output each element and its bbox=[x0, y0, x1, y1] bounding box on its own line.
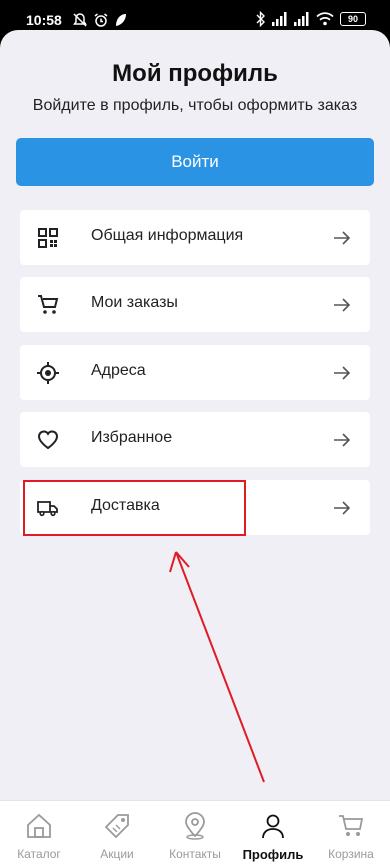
tab-promotions[interactable]: Акции bbox=[78, 801, 156, 867]
status-right-icons: 90 bbox=[256, 11, 366, 27]
tab-cart[interactable]: Корзина bbox=[312, 801, 390, 867]
battery-indicator: 90 bbox=[340, 12, 366, 26]
tab-label: Корзина bbox=[328, 847, 374, 861]
signal-icon-2 bbox=[294, 12, 309, 26]
arrow-right-icon bbox=[334, 501, 351, 515]
menu-item-favorites[interactable]: Избранное bbox=[20, 412, 370, 467]
status-left-icons bbox=[72, 12, 128, 28]
tab-label: Акции bbox=[100, 847, 134, 861]
signal-icon bbox=[272, 12, 287, 26]
menu-item-my-orders[interactable]: Мои заказы bbox=[20, 277, 370, 332]
tab-label: Профиль bbox=[242, 847, 304, 862]
status-time: 10:58 bbox=[26, 12, 62, 28]
tab-catalog[interactable]: Каталог bbox=[0, 801, 78, 867]
arrow-right-icon bbox=[334, 366, 351, 380]
login-button[interactable]: Войти bbox=[16, 138, 374, 186]
menu-item-label: Общая информация bbox=[91, 227, 244, 244]
menu-item-general-info[interactable]: Общая информация bbox=[20, 210, 370, 265]
menu-item-label: Избранное bbox=[91, 429, 173, 446]
cart-icon bbox=[339, 815, 364, 836]
home-icon bbox=[27, 813, 51, 838]
alarm-icon bbox=[94, 13, 108, 27]
arrow-right-icon bbox=[334, 298, 351, 312]
delivery-highlight-box bbox=[23, 480, 246, 536]
leaf-icon bbox=[116, 14, 126, 26]
tab-label: Каталог bbox=[17, 847, 61, 861]
person-icon bbox=[262, 814, 284, 839]
map-pin-icon bbox=[185, 812, 205, 840]
location-target-icon bbox=[37, 362, 59, 384]
bluetooth-icon bbox=[256, 11, 265, 27]
heart-icon bbox=[37, 430, 59, 450]
bottom-tab-bar: Каталог Акции Контакты Профиль Корзина bbox=[0, 800, 390, 867]
grid-icon bbox=[38, 228, 58, 248]
arrow-right-icon bbox=[334, 433, 351, 447]
tab-label: Контакты bbox=[169, 847, 221, 861]
cart-icon bbox=[38, 295, 59, 314]
tab-contacts[interactable]: Контакты bbox=[156, 801, 234, 867]
page-title: Мой профиль bbox=[112, 60, 278, 87]
menu-item-label: Адреса bbox=[91, 362, 146, 379]
profile-screen: Мой профиль Войдите в профиль, чтобы офо… bbox=[0, 30, 390, 867]
tag-icon bbox=[104, 814, 129, 839]
menu-item-addresses[interactable]: Адреса bbox=[20, 345, 370, 400]
tab-profile[interactable]: Профиль bbox=[234, 801, 312, 867]
page-subtitle: Войдите в профиль, чтобы оформить заказ bbox=[32, 97, 358, 114]
wifi-icon bbox=[316, 12, 334, 26]
menu-item-label: Мои заказы bbox=[91, 294, 178, 311]
bell-off-icon bbox=[73, 13, 87, 27]
arrow-right-icon bbox=[334, 231, 351, 245]
